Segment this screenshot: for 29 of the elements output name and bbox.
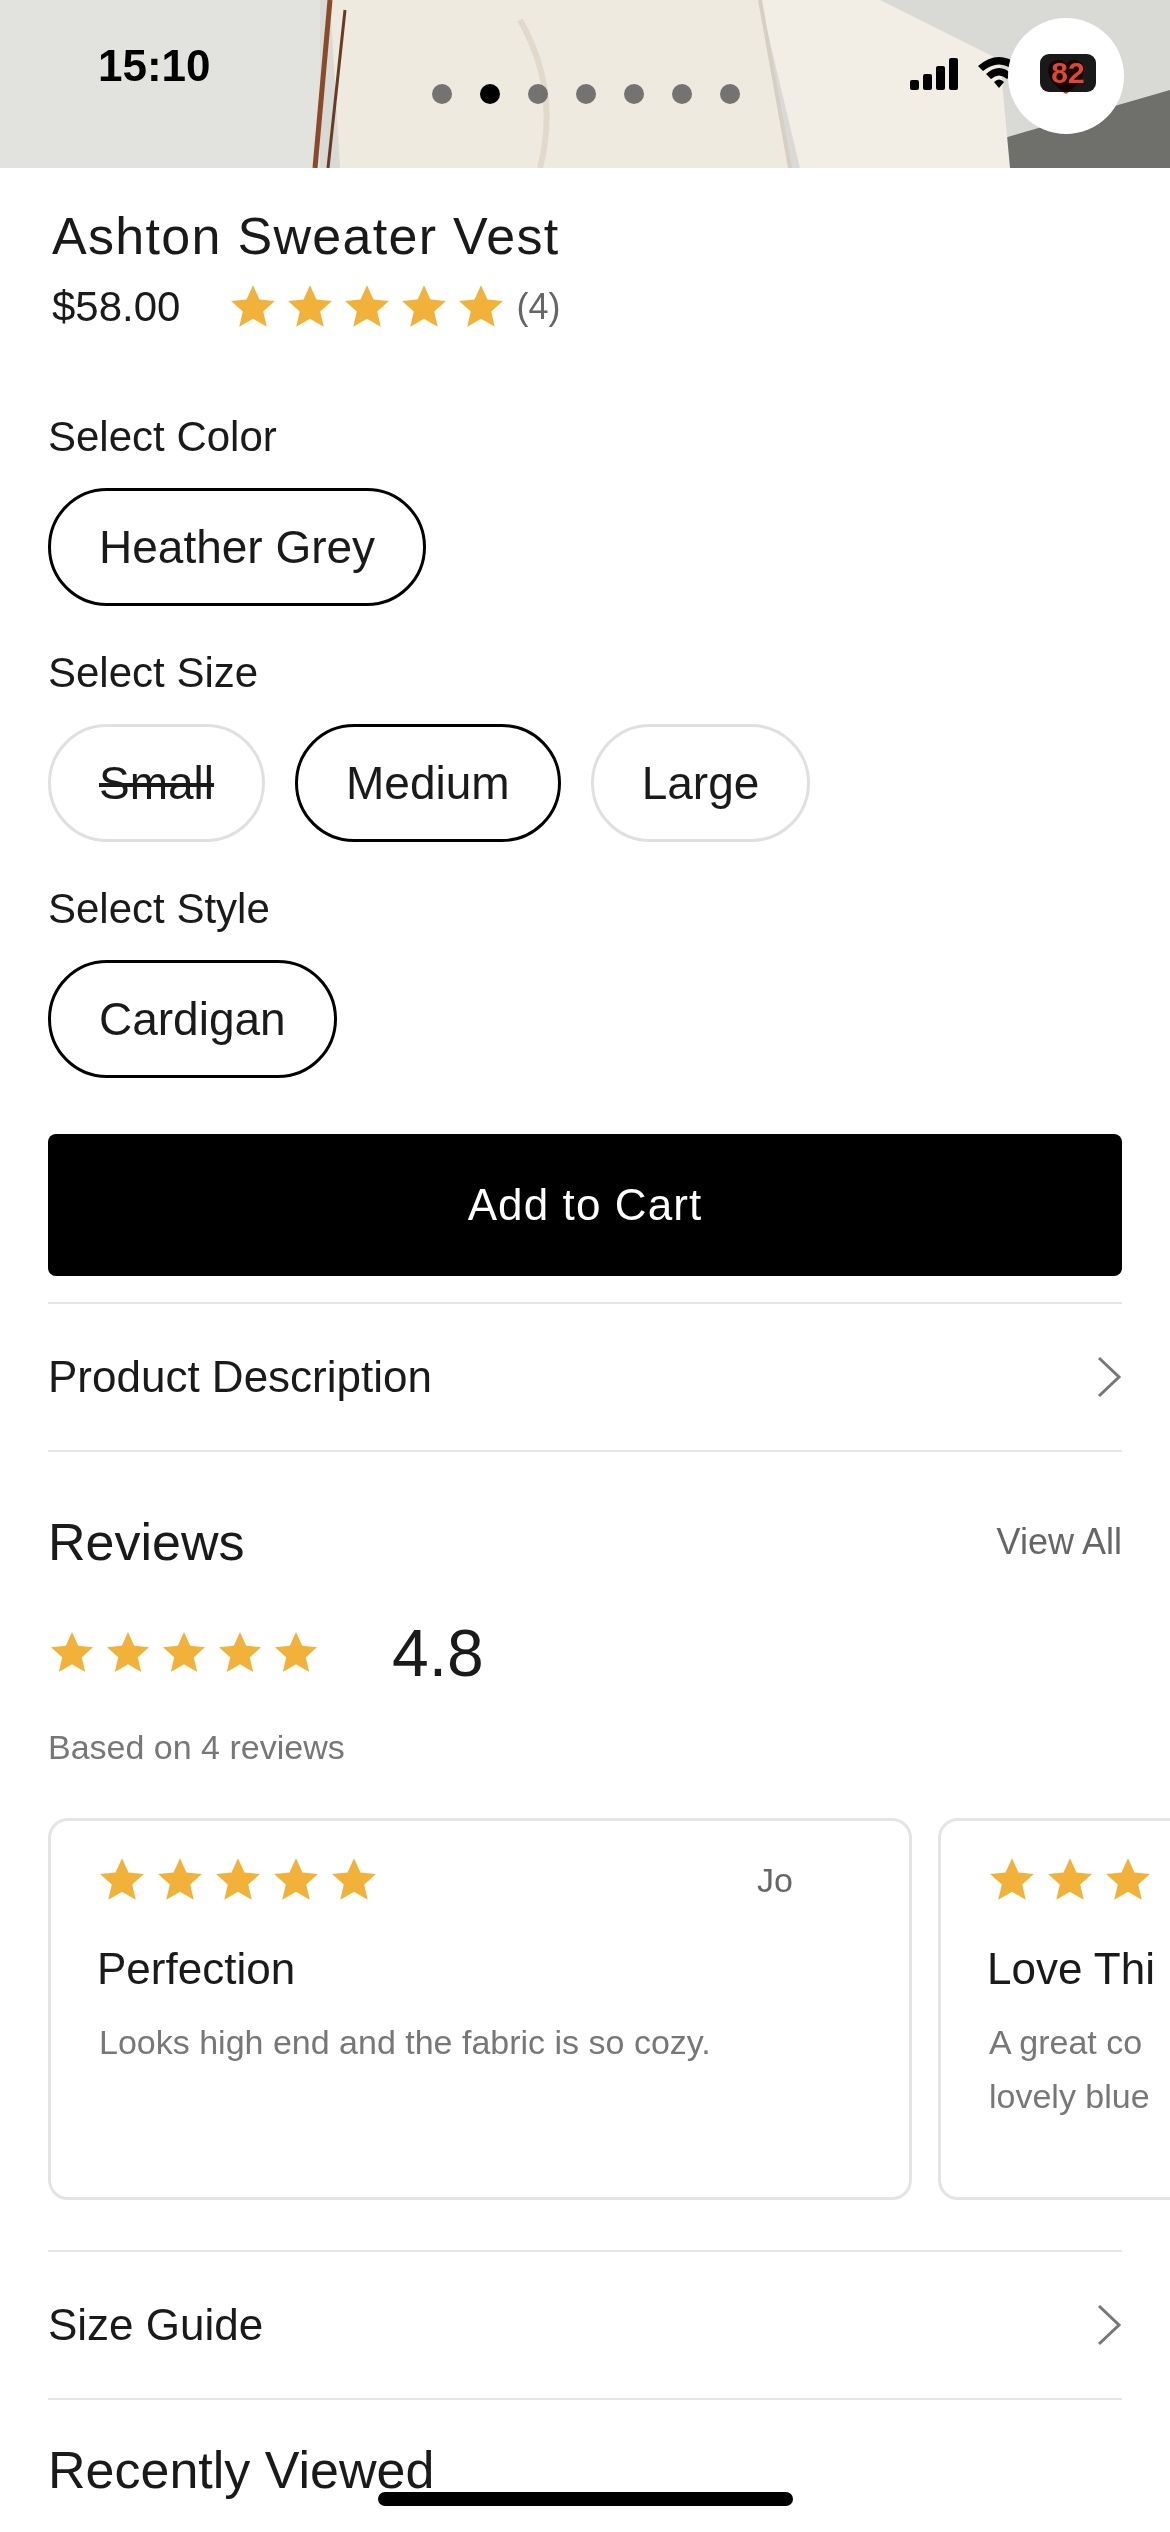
option-chip[interactable]: Medium — [295, 724, 561, 842]
option-label: Select Size — [48, 652, 260, 694]
status-time: 15:10 — [98, 44, 211, 88]
view-all-link[interactable]: View All — [996, 1524, 1122, 1560]
review-summary: Based on 4 reviews — [48, 1730, 346, 1764]
review-count: (4) — [516, 289, 561, 325]
product-price: $58.00 — [52, 286, 181, 328]
row-label: Product Description — [48, 1355, 432, 1399]
chevron-right-icon — [1096, 1355, 1122, 1399]
row-label: Size Guide — [48, 2303, 264, 2347]
review-author: Jo — [757, 1863, 793, 1897]
option-chip[interactable]: Large — [590, 724, 811, 842]
review-text: Looks high end and the fabric is so cozy. — [99, 2022, 712, 2063]
add-to-cart-button[interactable]: Add to Cart — [48, 1134, 1122, 1276]
option-label: Select Style — [48, 888, 271, 930]
average-rating: 4.8 — [392, 1620, 484, 1686]
product-title: Ashton Sweater Vest — [52, 210, 561, 262]
size-guide-row[interactable]: Size Guide — [48, 2252, 1122, 2398]
battery-indicator: 82 — [1040, 54, 1096, 92]
review-title: Love Thi — [987, 1947, 1156, 1991]
review-text: A great co lovely blue — [989, 2022, 1151, 2117]
review-title: Perfection — [97, 1947, 297, 1991]
option-label: Select Color — [48, 416, 278, 458]
signal-icon — [910, 58, 960, 90]
chevron-right-icon — [1096, 2303, 1122, 2347]
option-chip[interactable]: Cardigan — [48, 960, 337, 1078]
section-title: Reviews — [48, 1516, 245, 1568]
product-description-row[interactable]: Product Description — [48, 1304, 1122, 1450]
option-chip[interactable]: Heather Grey — [48, 488, 427, 606]
